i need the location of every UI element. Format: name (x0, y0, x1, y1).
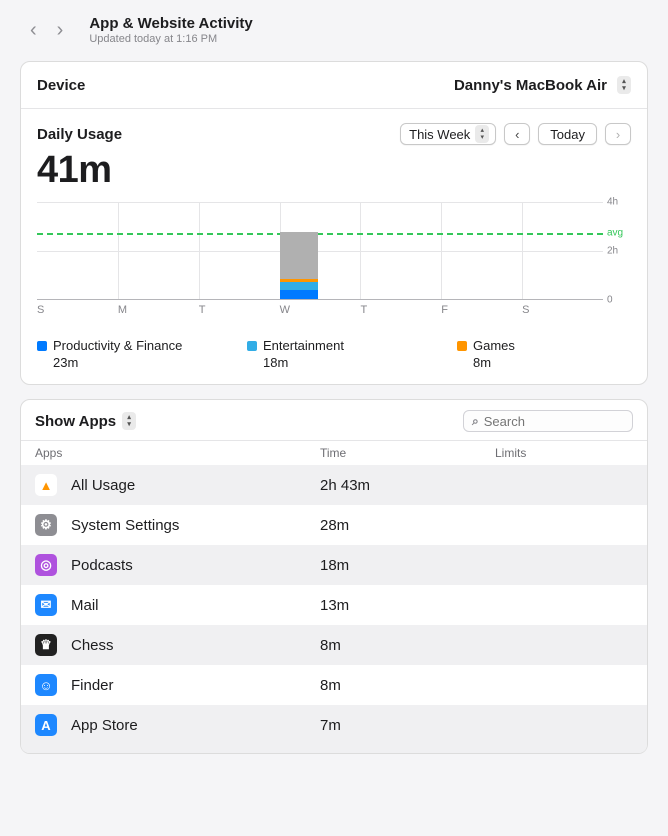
legend-label: Productivity & Finance (53, 338, 182, 353)
y-tick-label: 0 (607, 295, 613, 306)
table-row[interactable]: ♛ Chess 8m (21, 625, 647, 665)
col-time-header: Time (320, 446, 495, 460)
table-row[interactable]: ✉ Mail 13m (21, 585, 647, 625)
page-subtitle: Updated today at 1:16 PM (89, 33, 252, 45)
table-row[interactable]: ☺ Finder 8m (21, 665, 647, 705)
chart-legend: Productivity & Finance 23m Entertainment… (37, 338, 631, 370)
table-row[interactable]: ▲ All Usage 2h 43m (21, 465, 647, 505)
x-tick-label: T (199, 304, 280, 316)
legend-item: Entertainment 18m (247, 338, 437, 370)
legend-value: 18m (263, 355, 437, 370)
col-apps-header: Apps (35, 446, 320, 460)
chess-icon: ♛ (35, 634, 57, 656)
app-time: 8m (320, 677, 495, 694)
chart-x-axis: SMTWTFS (37, 304, 631, 316)
dropdown-stepper-icon: ▴▾ (475, 125, 489, 143)
chart-bar (280, 232, 318, 299)
search-input[interactable] (484, 414, 624, 429)
legend-swatch (37, 341, 47, 351)
table-row[interactable]: ◎ Podcasts 18m (21, 545, 647, 585)
chart-y-axis: 4h2h0avg (603, 202, 631, 300)
legend-value: 23m (53, 355, 227, 370)
next-period-button[interactable]: › (605, 123, 631, 145)
search-field[interactable]: ⌕ (463, 410, 633, 432)
total-usage: 41m (37, 149, 631, 192)
app-name: Podcasts (71, 557, 320, 574)
col-limits-header: Limits (495, 446, 633, 460)
x-tick-label: M (118, 304, 199, 316)
podcasts-icon: ◎ (35, 554, 57, 576)
dropdown-stepper-icon: ▴▾ (122, 412, 136, 430)
app-name: Chess (71, 637, 320, 654)
x-tick-label: W (280, 304, 361, 316)
legend-item: Productivity & Finance 23m (37, 338, 227, 370)
app-name: System Settings (71, 517, 320, 534)
usage-panel: Device Danny's MacBook Air ▴▾ Daily Usag… (20, 61, 648, 385)
legend-swatch (457, 341, 467, 351)
legend-label: Entertainment (263, 338, 344, 353)
nav-forward-button[interactable]: › (57, 19, 64, 42)
avg-label: avg (607, 228, 623, 239)
appstore-icon: A (35, 714, 57, 736)
legend-label: Games (473, 338, 515, 353)
device-selected: Danny's MacBook Air (454, 77, 607, 94)
gear-icon: ⚙ (35, 514, 57, 536)
app-time: 8m (320, 637, 495, 654)
table-header: Apps Time Limits (21, 440, 647, 465)
table-row (21, 745, 647, 753)
table-row[interactable]: ⚙ System Settings 28m (21, 505, 647, 545)
legend-item: Games 8m (457, 338, 597, 370)
app-name: All Usage (71, 477, 320, 494)
show-apps-select[interactable]: Show Apps ▴▾ (35, 412, 136, 430)
x-tick-label: S (522, 304, 603, 316)
app-time: 13m (320, 597, 495, 614)
search-icon: ⌕ (472, 414, 479, 429)
page-title: App & Website Activity (89, 15, 252, 32)
x-tick-label: F (441, 304, 522, 316)
range-select[interactable]: This Week ▴▾ (400, 123, 496, 145)
finder-icon: ☺ (35, 674, 57, 696)
app-name: Finder (71, 677, 320, 694)
y-tick-label: 4h (607, 197, 618, 208)
app-time: 2h 43m (320, 477, 495, 494)
app-time: 18m (320, 557, 495, 574)
app-time: 7m (320, 717, 495, 734)
usage-chart (37, 202, 603, 300)
table-row[interactable]: A App Store 7m (21, 705, 647, 745)
dropdown-stepper-icon: ▴▾ (617, 76, 631, 94)
x-tick-label: T (360, 304, 441, 316)
usage-label: Daily Usage (37, 126, 122, 143)
layers-icon: ▲ (35, 474, 57, 496)
app-name: App Store (71, 717, 320, 734)
app-time: 28m (320, 517, 495, 534)
y-tick-label: 2h (607, 246, 618, 257)
nav-back-button[interactable]: ‹ (30, 19, 37, 42)
prev-period-button[interactable]: ‹ (504, 123, 530, 145)
legend-swatch (247, 341, 257, 351)
app-name: Mail (71, 597, 320, 614)
legend-value: 8m (473, 355, 597, 370)
device-label: Device (37, 77, 85, 94)
device-select[interactable]: Danny's MacBook Air ▴▾ (454, 76, 631, 94)
mail-icon: ✉ (35, 594, 57, 616)
x-tick-label: S (37, 304, 118, 316)
today-button[interactable]: Today (538, 123, 597, 145)
apps-panel: Show Apps ▴▾ ⌕ Apps Time Limits ▲ All Us… (20, 399, 648, 754)
